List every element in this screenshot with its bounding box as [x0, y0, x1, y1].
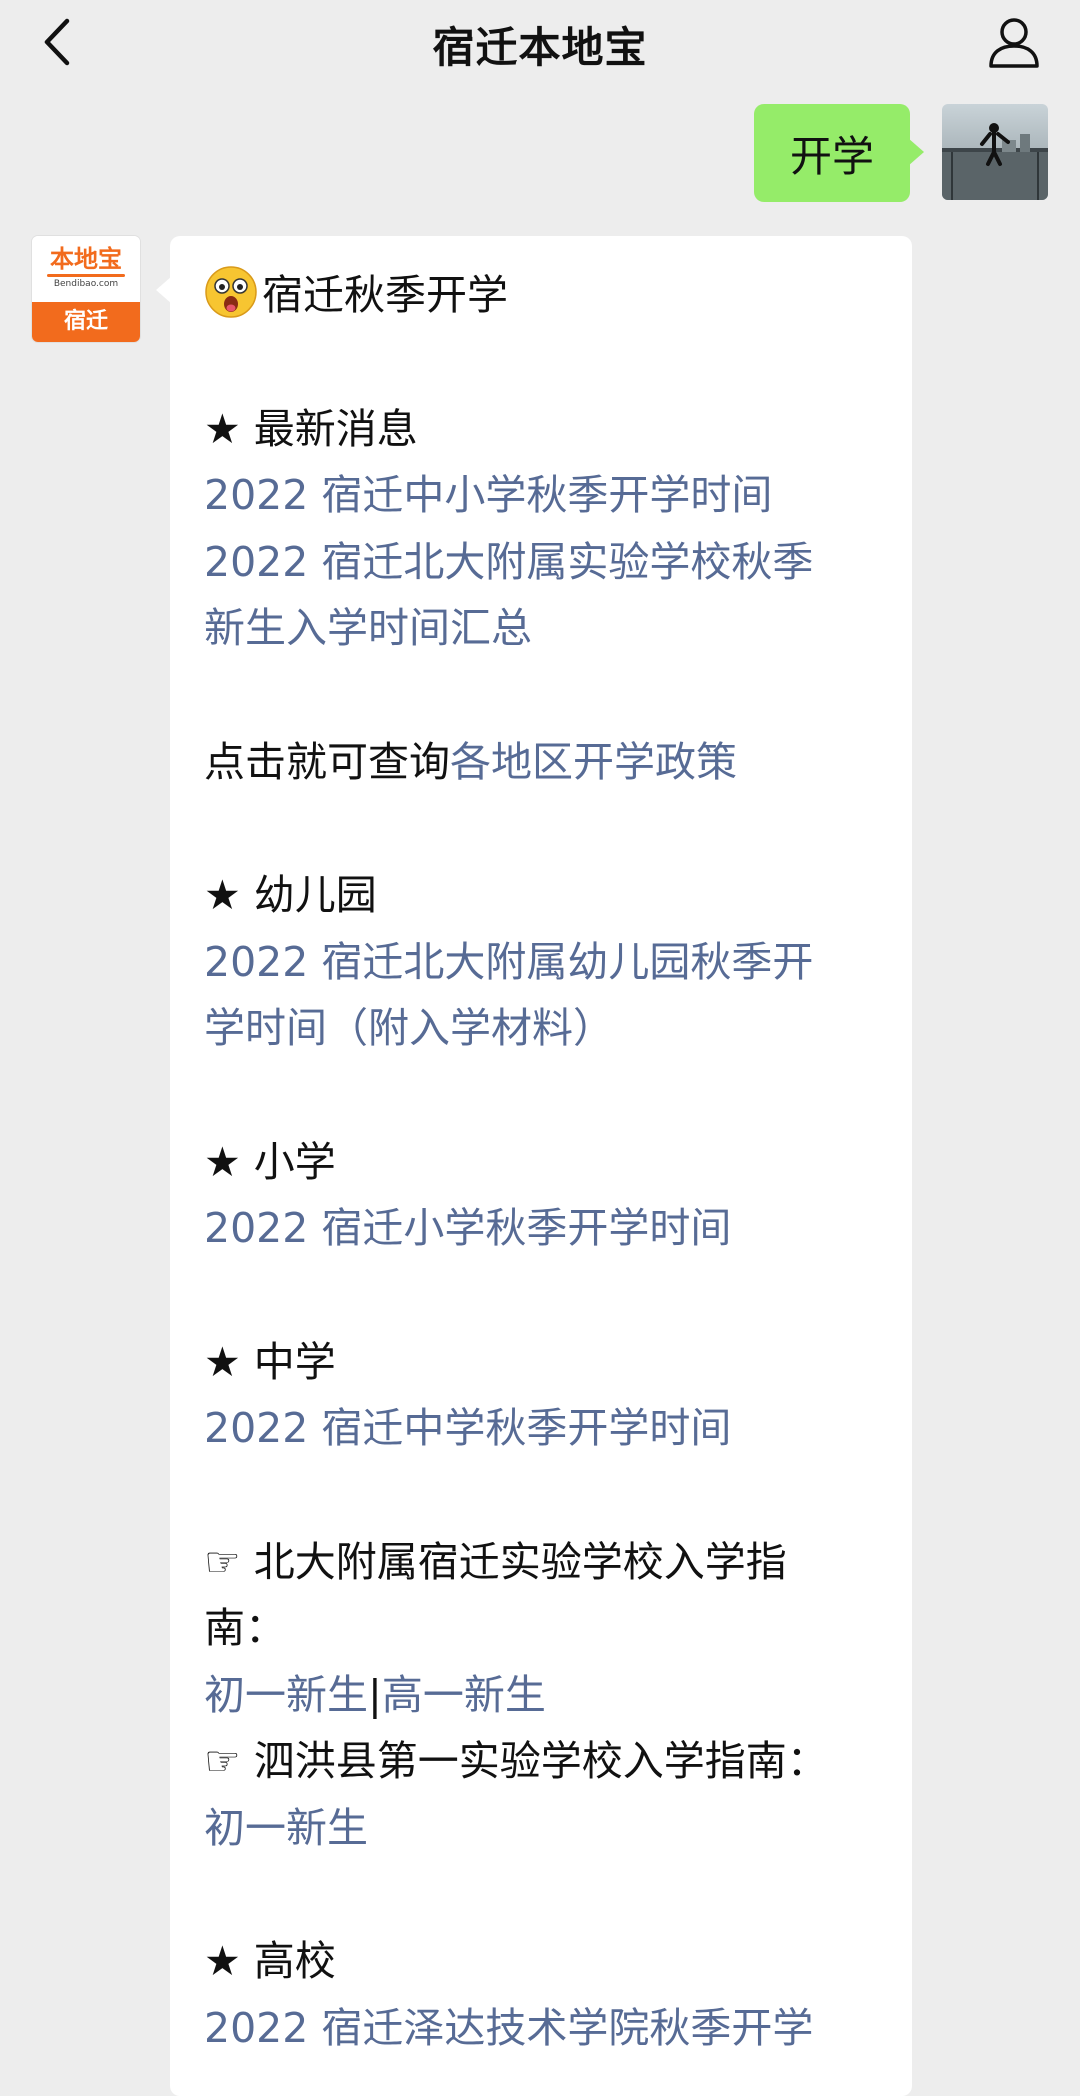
section-kindergarten-header: ★ 幼儿园 — [204, 871, 377, 919]
profile-icon — [989, 18, 1039, 68]
message-content: 宿迁秋季开学 ★ 最新消息 2022 宿迁中小学秋季开学时间 2022 宿迁北大… — [204, 262, 894, 2061]
link-latest-1[interactable]: 2022 宿迁中小学秋季开学时间 — [204, 462, 894, 529]
profile-button[interactable] — [982, 10, 1046, 74]
top-nav-bar: 宿迁本地宝 — [0, 0, 1080, 84]
outgoing-message-text: 开学 — [789, 131, 874, 181]
guide-1-line1: ☞ 北大附属宿迁实验学校入学指 — [204, 1537, 787, 1586]
heading-text: 宿迁秋季开学 — [262, 271, 508, 319]
link-sihong-grade7[interactable]: 初一新生 — [204, 1795, 894, 1862]
guide-1-links: 初一新生|高一新生 — [204, 1662, 894, 1729]
section-middle-header: ★ 中学 — [204, 1337, 336, 1386]
guide-1-line2: 南： — [204, 1604, 286, 1652]
user-avatar-photo — [942, 104, 1048, 200]
outgoing-message-bubble[interactable]: 开学 — [753, 104, 925, 202]
incoming-message-bubble: 宿迁秋季开学 ★ 最新消息 2022 宿迁中小学秋季开学时间 2022 宿迁北大… — [156, 236, 912, 2096]
link-grade10-freshmen[interactable]: 高一新生 — [382, 1671, 546, 1719]
user-avatar[interactable] — [942, 104, 1048, 200]
section-latest-header: ★ 最新消息 — [204, 404, 418, 453]
link-latest-2-line2[interactable]: 新生入学时间汇总 — [204, 595, 894, 662]
section-primary-header: ★ 小学 — [204, 1137, 336, 1186]
bendibao-avatar[interactable]: 本地宝 Bendibao.com 宿迁 — [32, 236, 140, 342]
section-college-header: ★ 高校 — [204, 1937, 336, 1985]
bendibao-city-label: 宿迁 — [32, 302, 140, 342]
link-middle[interactable]: 2022 宿迁中学秋季开学时间 — [204, 1395, 894, 1462]
query-line: 点击就可查询各地区开学政策 — [204, 729, 894, 796]
bendibao-logo-text: 本地宝 — [50, 245, 122, 273]
surprised-face-emoji — [205, 266, 257, 318]
link-college[interactable]: 2022 宿迁泽达技术学院秋季开学 — [204, 1995, 894, 2062]
link-grade7-freshmen[interactable]: 初一新生 — [204, 1671, 368, 1719]
link-primary[interactable]: 2022 宿迁小学秋季开学时间 — [204, 1195, 894, 1262]
link-region-policy[interactable]: 各地区开学政策 — [450, 738, 737, 786]
bendibao-logo: 本地宝 Bendibao.com — [32, 236, 140, 302]
query-prefix: 点击就可查询 — [204, 737, 450, 786]
link-separator: | — [368, 1670, 382, 1719]
page-title: 宿迁本地宝 — [432, 23, 648, 72]
guide-2-line1: ☞ 泗洪县第一实验学校入学指南： — [204, 1737, 828, 1785]
bendibao-logo-url: Bendibao.com — [53, 279, 119, 289]
link-kindergarten-line2[interactable]: 学时间（附入学材料） — [204, 995, 894, 1062]
link-latest-2-line1[interactable]: 2022 宿迁北大附属实验学校秋季 — [204, 529, 894, 596]
link-kindergarten-line1[interactable]: 2022 宿迁北大附属幼儿园秋季开 — [204, 929, 894, 996]
message-heading: 宿迁秋季开学 — [204, 262, 894, 329]
